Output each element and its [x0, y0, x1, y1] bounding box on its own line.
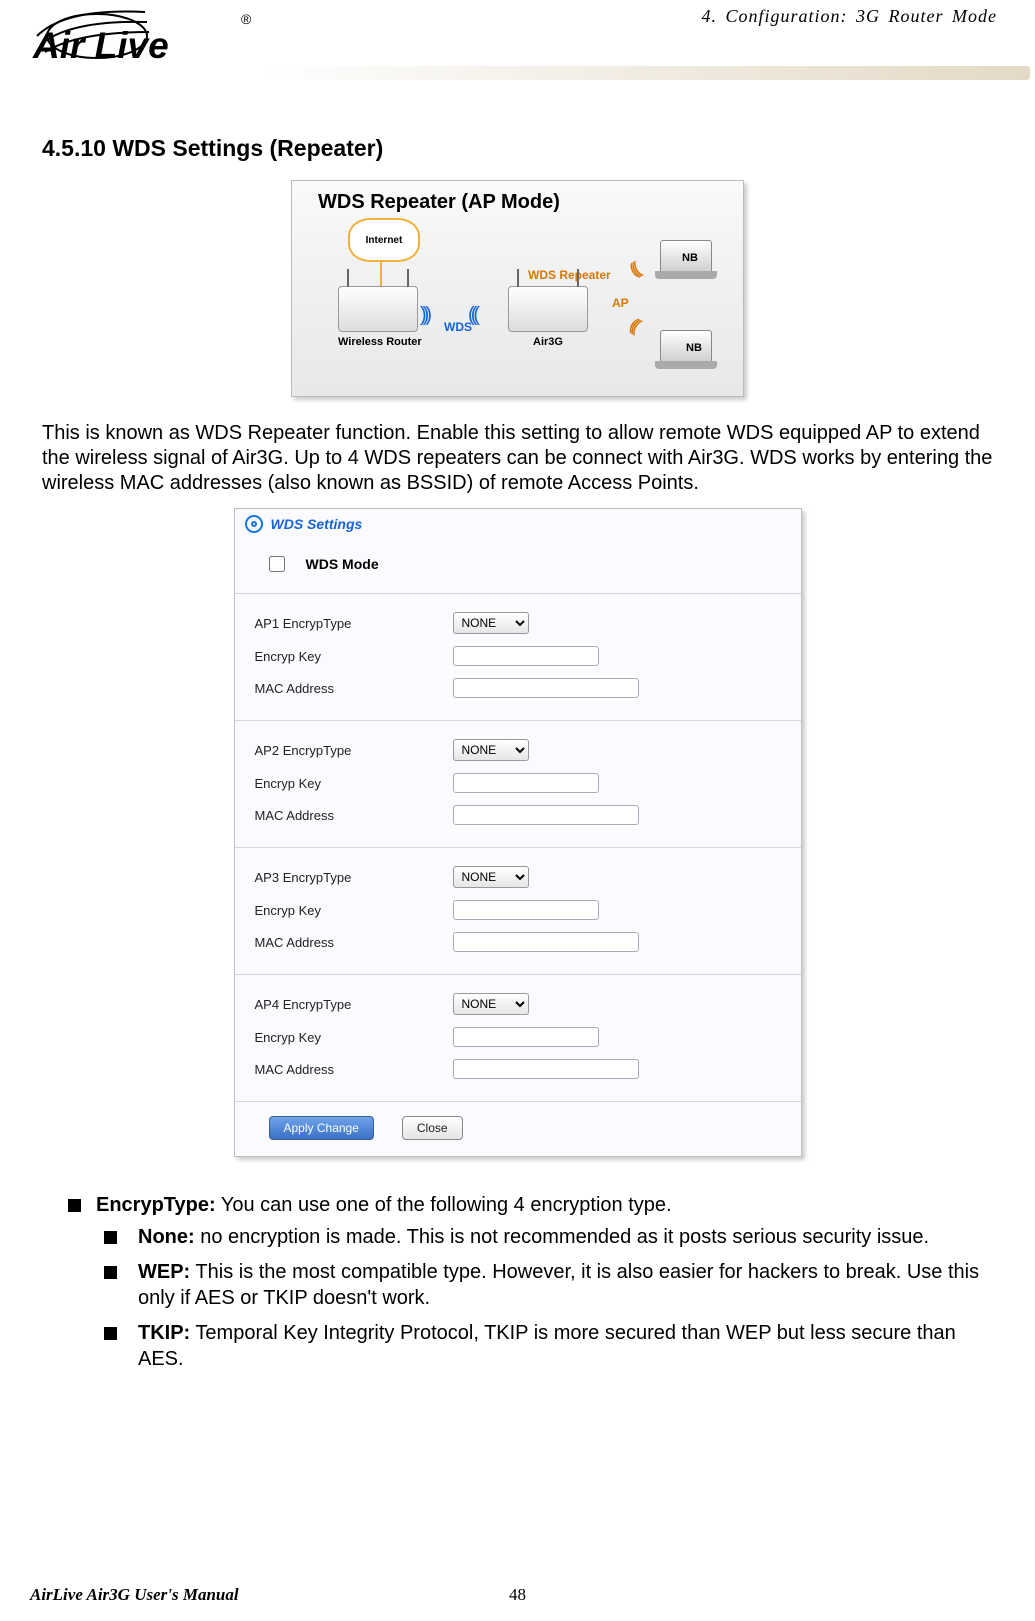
- svg-text:Air Live: Air Live: [32, 25, 169, 66]
- encryptype-text: You can use one of the following 4 encry…: [216, 1194, 672, 1216]
- ap4-encrypkey-input[interactable]: [453, 1027, 599, 1047]
- diagram-title: WDS Repeater (AP Mode): [318, 191, 725, 214]
- close-button[interactable]: Close: [402, 1116, 463, 1140]
- internet-cloud: Internet: [348, 218, 420, 262]
- intro-paragraph: This is known as WDS Repeater function. …: [42, 421, 993, 496]
- ap2-mac-input[interactable]: [453, 805, 639, 825]
- wds-signal-out-icon: ))): [420, 304, 428, 327]
- chapter-label: 4. Configuration: 3G Router Mode: [702, 6, 997, 27]
- svg-text:®: ®: [241, 11, 252, 27]
- wep-text: This is the most compatible type. Howeve…: [138, 1261, 979, 1309]
- ap3-encrypkey-label: Encryp Key: [255, 903, 453, 918]
- none-text: no encryption is made. This is not recom…: [195, 1226, 929, 1248]
- wds-repeater-diagram: WDS Repeater (AP Mode) Internet Wireless…: [291, 180, 744, 397]
- ap-label: AP: [612, 296, 629, 310]
- bullet-encryptype: EncrypType: You can use one of the follo…: [42, 1193, 993, 1373]
- ap4-encrypkey-label: Encryp Key: [255, 1030, 453, 1045]
- section-heading: 4.5.10 WDS Settings (Repeater): [42, 135, 1005, 162]
- tkip-text: Temporal Key Integrity Protocol, TKIP is…: [138, 1322, 956, 1370]
- ap1-mac-label: MAC Address: [255, 681, 453, 696]
- manual-title: AirLive Air3G User's Manual: [30, 1585, 239, 1604]
- header-divider: [260, 66, 1030, 80]
- tkip-title: TKIP:: [138, 1322, 190, 1344]
- apply-change-button[interactable]: Apply Change: [269, 1116, 374, 1140]
- gear-icon: [245, 515, 263, 533]
- panel-title: WDS Settings: [271, 516, 363, 532]
- wds-signal-in-icon: ))): [472, 304, 480, 327]
- ap3-mac-label: MAC Address: [255, 935, 453, 950]
- encryption-types-list: EncrypType: You can use one of the follo…: [42, 1193, 993, 1373]
- brand-logo: Air Live ®: [25, 0, 270, 72]
- notebook-1-label: NB: [682, 252, 698, 264]
- air3g-label: Air3G: [508, 336, 588, 348]
- ap4-encryptype-select[interactable]: NONE: [453, 993, 529, 1015]
- ap3-encryptype-label: AP3 EncrypType: [255, 870, 453, 885]
- wds-label: WDS: [444, 320, 472, 334]
- ap2-encryptype-label: AP2 EncrypType: [255, 743, 453, 758]
- ap-signal-up-icon: ))): [629, 258, 645, 279]
- ap2-encrypkey-label: Encryp Key: [255, 776, 453, 791]
- ap1-encrypkey-input[interactable]: [453, 646, 599, 666]
- ap1-encryptype-select[interactable]: NONE: [453, 612, 529, 634]
- wds-settings-panel: WDS Settings WDS Mode AP1 EncrypType NON…: [234, 508, 802, 1157]
- wds-mode-checkbox[interactable]: [269, 556, 285, 572]
- none-title: None:: [138, 1226, 195, 1248]
- bullet-none: None: no encryption is made. This is not…: [96, 1225, 993, 1251]
- ap3-mac-input[interactable]: [453, 932, 639, 952]
- ap1-block: AP1 EncrypType NONE Encryp Key MAC Addre…: [235, 594, 801, 721]
- notebook-2-label: NB: [686, 342, 702, 354]
- ap4-encryptype-label: AP4 EncrypType: [255, 997, 453, 1012]
- ap4-mac-label: MAC Address: [255, 1062, 453, 1077]
- encryptype-title: EncrypType:: [96, 1194, 216, 1216]
- ap2-encryptype-select[interactable]: NONE: [453, 739, 529, 761]
- ap3-encrypkey-input[interactable]: [453, 900, 599, 920]
- page-footer: AirLive Air3G User's Manual 48: [30, 1585, 1005, 1605]
- ap3-block: AP3 EncrypType NONE Encryp Key MAC Addre…: [235, 848, 801, 975]
- ap2-mac-label: MAC Address: [255, 808, 453, 823]
- bullet-wep: WEP: This is the most compatible type. H…: [96, 1260, 993, 1311]
- ap2-block: AP2 EncrypType NONE Encryp Key MAC Addre…: [235, 721, 801, 848]
- wep-title: WEP:: [138, 1261, 190, 1283]
- ap4-mac-input[interactable]: [453, 1059, 639, 1079]
- bullet-tkip: TKIP: Temporal Key Integrity Protocol, T…: [96, 1321, 993, 1372]
- wds-mode-label: WDS Mode: [306, 556, 379, 572]
- wireless-router-device: Wireless Router: [338, 286, 422, 348]
- ap1-mac-input[interactable]: [453, 678, 639, 698]
- page-number: 48: [509, 1585, 526, 1605]
- wds-repeater-label: WDS Repeater: [528, 268, 611, 282]
- panel-header: WDS Settings: [235, 509, 801, 539]
- ap2-encrypkey-input[interactable]: [453, 773, 599, 793]
- wireless-router-label: Wireless Router: [338, 336, 422, 348]
- ap-signal-down-icon: ))): [629, 316, 645, 337]
- ap4-block: AP4 EncrypType NONE Encryp Key MAC Addre…: [235, 975, 801, 1102]
- ap1-encrypkey-label: Encryp Key: [255, 649, 453, 664]
- ap1-encryptype-label: AP1 EncrypType: [255, 616, 453, 631]
- ap3-encryptype-select[interactable]: NONE: [453, 866, 529, 888]
- air3g-device: Air3G: [508, 286, 588, 348]
